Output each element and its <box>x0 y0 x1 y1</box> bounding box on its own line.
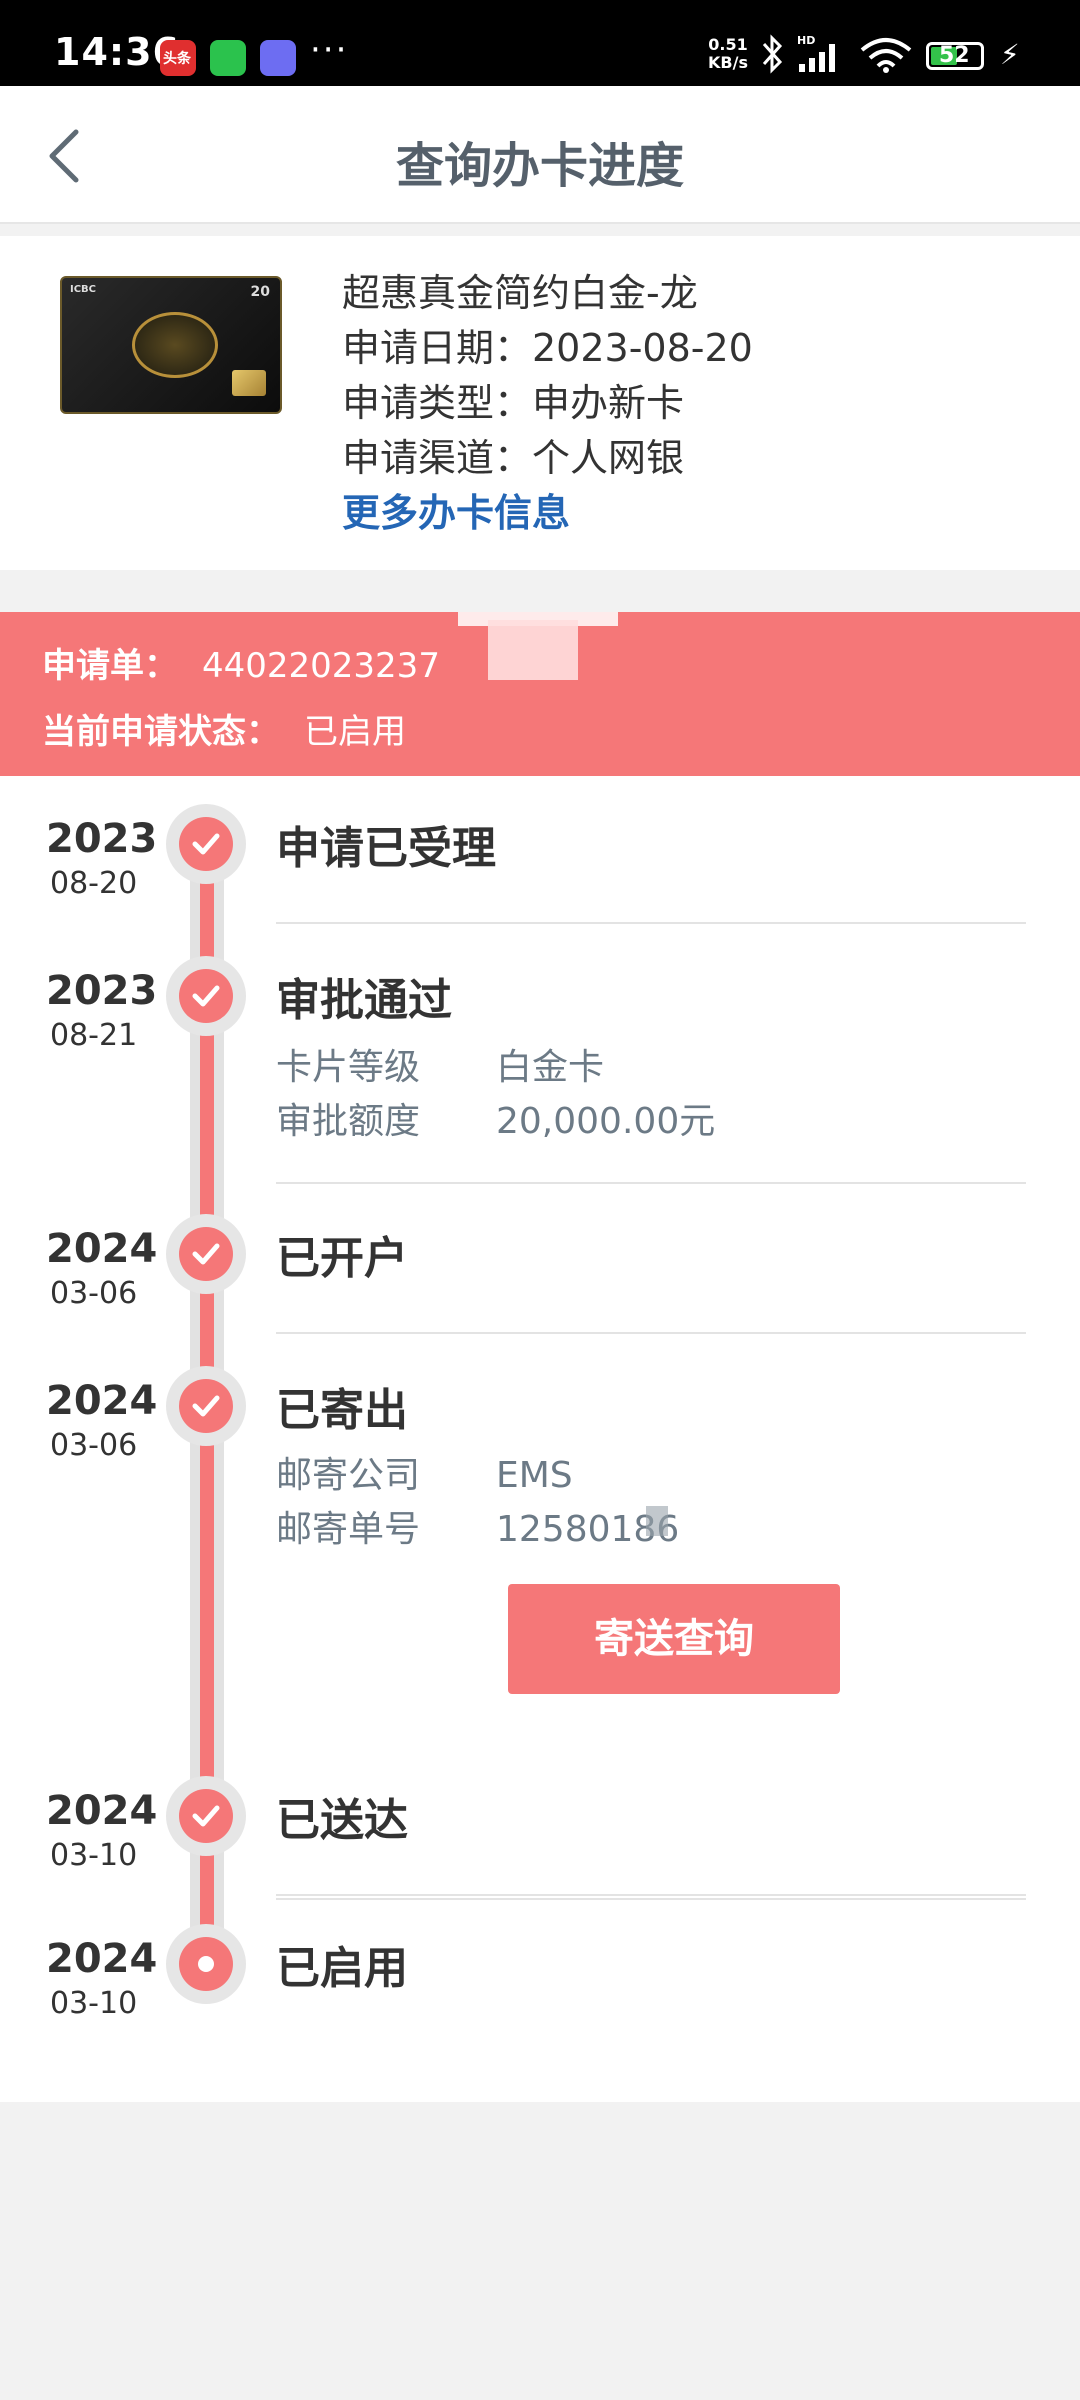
step-year: 2024 <box>46 1226 158 1272</box>
apply-date: 申请日期：2023-08-20 <box>342 326 753 370</box>
navigation-header: 查询办卡进度 <box>0 86 1080 224</box>
step-date: 03-10 <box>50 1986 138 2021</box>
step-title: 已启用 <box>276 1943 408 1994</box>
check-icon <box>192 985 220 1007</box>
apply-channel: 申请渠道：个人网银 <box>342 436 685 480</box>
page-title: 查询办卡进度 <box>395 138 684 194</box>
svg-text:HD: HD <box>797 34 815 47</box>
detail-row: 审批额度 20,000.00元 <box>276 1092 715 1144</box>
detail-value: EMS <box>496 1455 573 1496</box>
divider <box>276 1182 1026 1184</box>
card-info-panel: ICBC 20 超惠真金简约白金-龙 申请日期：2023-08-20 申请类型：… <box>0 236 1080 570</box>
step-date: 08-20 <box>50 866 138 901</box>
step-node <box>166 1214 246 1294</box>
application-status-label: 当前申请状态： <box>42 712 280 752</box>
application-number-value: 44022023237 <box>202 646 440 686</box>
step-year: 2023 <box>46 968 158 1014</box>
card-badge: 20 <box>250 284 270 300</box>
redaction-mask <box>646 1506 668 1536</box>
detail-key: 审批额度 <box>276 1101 421 1142</box>
detail-key: 卡片等级 <box>276 1047 421 1088</box>
check-icon <box>192 1395 220 1417</box>
battery-icon: 52 <box>926 42 984 70</box>
status-bar: 14:36 头条 ··· 0.51 KB/s HD 52 ⚡ <box>0 0 1080 86</box>
step-year: 2023 <box>46 816 158 862</box>
detail-row: 邮寄公司 EMS <box>276 1446 573 1498</box>
more-notifications-icon: ··· <box>310 30 349 70</box>
step-node <box>166 804 246 884</box>
application-status-value: 已启用 <box>304 712 406 752</box>
step-title: 申请已受理 <box>276 823 496 874</box>
step-title: 已开户 <box>276 1233 408 1284</box>
divider <box>276 1332 1026 1334</box>
step-title: 已送达 <box>276 1795 408 1846</box>
step-date: 03-06 <box>50 1276 138 1311</box>
current-step-node <box>166 1924 246 2004</box>
step-year: 2024 <box>46 1378 158 1424</box>
card-chip <box>232 370 266 396</box>
detail-key: 邮寄单号 <box>276 1509 421 1550</box>
step-year: 2024 <box>46 1936 158 1982</box>
application-status-row: 当前申请状态： 已启用 <box>42 704 406 753</box>
check-icon <box>192 1243 220 1265</box>
redaction-mask <box>488 620 578 680</box>
step-node <box>166 1366 246 1446</box>
card-name: 超惠真金简约白金-龙 <box>342 271 698 315</box>
detail-row: 邮寄单号 12580186 <box>276 1500 679 1552</box>
step-date: 03-10 <box>50 1838 138 1873</box>
step-date: 03-06 <box>50 1428 138 1463</box>
card-bank-logo: ICBC <box>70 284 97 295</box>
network-speed-value: 0.51 <box>708 35 748 54</box>
news-app-icon: 头条 <box>160 40 196 76</box>
step-title: 已寄出 <box>276 1385 408 1436</box>
wechat-icon <box>210 40 246 76</box>
shipment-tracking-button[interactable]: 寄送查询 <box>508 1584 840 1694</box>
divider <box>276 1894 1026 1896</box>
application-number-label: 申请单： <box>42 646 178 686</box>
wifi-icon <box>860 38 912 73</box>
more-card-info-link[interactable]: 更多办卡信息 <box>342 486 753 541</box>
step-year: 2024 <box>46 1788 158 1834</box>
charging-icon: ⚡ <box>1000 38 1020 71</box>
divider <box>276 922 1026 924</box>
step-title: 审批通过 <box>276 975 452 1026</box>
bluetooth-icon <box>762 34 783 74</box>
card-dragon-emblem <box>132 312 218 378</box>
divider <box>276 1898 1026 1900</box>
step-date: 08-21 <box>50 1018 138 1053</box>
step-node <box>166 1776 246 1856</box>
check-icon <box>192 833 220 855</box>
application-number-row: 申请单： 44022023237 <box>42 638 440 687</box>
app-notification-icon <box>260 40 296 76</box>
detail-row: 卡片等级 白金卡 <box>276 1038 604 1090</box>
battery-level: 52 <box>939 43 970 68</box>
detail-value: 20,000.00元 <box>496 1101 716 1142</box>
news-app-label: 头条 <box>163 51 191 67</box>
check-icon <box>192 1805 220 1827</box>
detail-value: 白金卡 <box>496 1047 605 1088</box>
network-speed: 0.51 KB/s <box>708 36 748 72</box>
credit-card-image: ICBC 20 <box>60 276 282 414</box>
progress-timeline: 2023 08-20 申请已受理 2023 08-21 审批通过 卡片等级 白金卡… <box>0 776 1080 2102</box>
step-node <box>166 956 246 1036</box>
network-speed-unit: KB/s <box>708 53 748 72</box>
card-details: 超惠真金简约白金-龙 申请日期：2023-08-20 申请类型：申办新卡 申请渠… <box>342 266 753 541</box>
apply-type: 申请类型：申办新卡 <box>342 381 685 425</box>
signal-icon: HD <box>797 34 835 72</box>
detail-key: 邮寄公司 <box>276 1455 421 1496</box>
application-status-banner: 申请单： 44022023237 当前申请状态： 已启用 <box>0 612 1080 776</box>
